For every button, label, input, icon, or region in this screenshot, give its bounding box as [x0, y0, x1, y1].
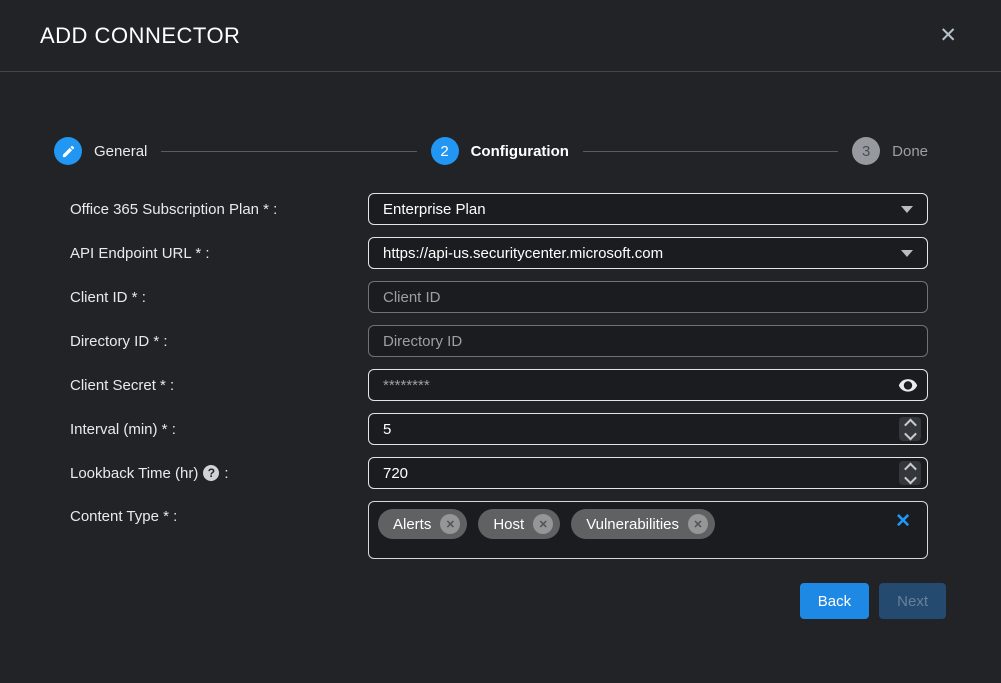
subscription-plan-select[interactable]: Enterprise Plan — [368, 193, 928, 225]
connector-config-form: Office 365 Subscription Plan * : Enterpr… — [70, 193, 928, 559]
content-type-tags: Alerts ✕ Host ✕ Vulnerabilities ✕ — [378, 509, 895, 539]
step-done: 3 Done — [852, 137, 928, 165]
number-stepper[interactable] — [899, 417, 921, 441]
stepper-down-icon[interactable] — [904, 427, 917, 440]
step-done-label: Done — [892, 143, 928, 160]
lookback-row: Lookback Time (hr) ? : — [70, 457, 928, 489]
directory-id-input[interactable] — [368, 325, 928, 357]
step-connector — [161, 151, 416, 152]
close-icon[interactable]: ✕ — [935, 21, 961, 50]
lookback-input[interactable] — [368, 457, 928, 489]
help-icon[interactable]: ? — [203, 465, 219, 481]
step-general-label: General — [94, 143, 147, 160]
step-connector — [583, 151, 838, 152]
directory-id-label: Directory ID * : — [70, 333, 368, 350]
api-endpoint-value: https://api-us.securitycenter.microsoft.… — [383, 245, 663, 262]
tag-host: Host ✕ — [478, 509, 560, 539]
lookback-label-text: Lookback Time (hr) — [70, 465, 198, 482]
tag-vulnerabilities: Vulnerabilities ✕ — [571, 509, 715, 539]
client-id-input[interactable] — [368, 281, 928, 313]
client-secret-label: Client Secret * : — [70, 377, 368, 394]
tag-alerts: Alerts ✕ — [378, 509, 467, 539]
api-endpoint-label: API Endpoint URL * : — [70, 245, 368, 262]
subscription-plan-label: Office 365 Subscription Plan * : — [70, 201, 368, 218]
api-endpoint-select[interactable]: https://api-us.securitycenter.microsoft.… — [368, 237, 928, 269]
dialog-footer: Back Next — [0, 583, 946, 619]
tag-label: Alerts — [393, 516, 431, 533]
content-type-multiselect[interactable]: Alerts ✕ Host ✕ Vulnerabilities ✕ ✕ — [368, 501, 928, 559]
content-type-row: Content Type * : Alerts ✕ Host ✕ Vulnera… — [70, 501, 928, 559]
api-endpoint-row: API Endpoint URL * : https://api-us.secu… — [70, 237, 928, 269]
wizard-stepper: General 2 Configuration 3 Done — [54, 137, 928, 165]
interval-label: Interval (min) * : — [70, 421, 368, 438]
tag-label: Host — [493, 516, 524, 533]
subscription-plan-row: Office 365 Subscription Plan * : Enterpr… — [70, 193, 928, 225]
chevron-down-icon — [901, 250, 913, 257]
client-secret-row: Client Secret * : — [70, 369, 928, 401]
step-done-circle: 3 — [852, 137, 880, 165]
back-button[interactable]: Back — [800, 583, 869, 619]
clear-all-icon[interactable]: ✕ — [895, 512, 911, 531]
eye-icon[interactable] — [898, 375, 918, 395]
dialog-title: ADD CONNECTOR — [40, 23, 240, 49]
lookback-colon: : — [224, 465, 228, 482]
directory-id-row: Directory ID * : — [70, 325, 928, 357]
client-id-row: Client ID * : — [70, 281, 928, 313]
interval-row: Interval (min) * : — [70, 413, 928, 445]
tag-remove-icon[interactable]: ✕ — [533, 514, 553, 534]
dialog-header: ADD CONNECTOR ✕ — [0, 0, 1001, 72]
lookback-label: Lookback Time (hr) ? : — [70, 465, 368, 482]
step-general-circle — [54, 137, 82, 165]
subscription-plan-value: Enterprise Plan — [383, 201, 486, 218]
client-id-label: Client ID * : — [70, 289, 368, 306]
client-secret-input[interactable] — [368, 369, 928, 401]
interval-input[interactable] — [368, 413, 928, 445]
pencil-icon — [61, 144, 76, 159]
content-type-label: Content Type * : — [70, 501, 368, 525]
number-stepper[interactable] — [899, 461, 921, 485]
chevron-down-icon — [901, 206, 913, 213]
next-button[interactable]: Next — [879, 583, 946, 619]
step-configuration-label: Configuration — [471, 143, 569, 160]
step-configuration[interactable]: 2 Configuration — [431, 137, 569, 165]
stepper-down-icon[interactable] — [904, 471, 917, 484]
tag-remove-icon[interactable]: ✕ — [440, 514, 460, 534]
step-configuration-circle: 2 — [431, 137, 459, 165]
step-general[interactable]: General — [54, 137, 147, 165]
tag-label: Vulnerabilities — [586, 516, 679, 533]
tag-remove-icon[interactable]: ✕ — [688, 514, 708, 534]
